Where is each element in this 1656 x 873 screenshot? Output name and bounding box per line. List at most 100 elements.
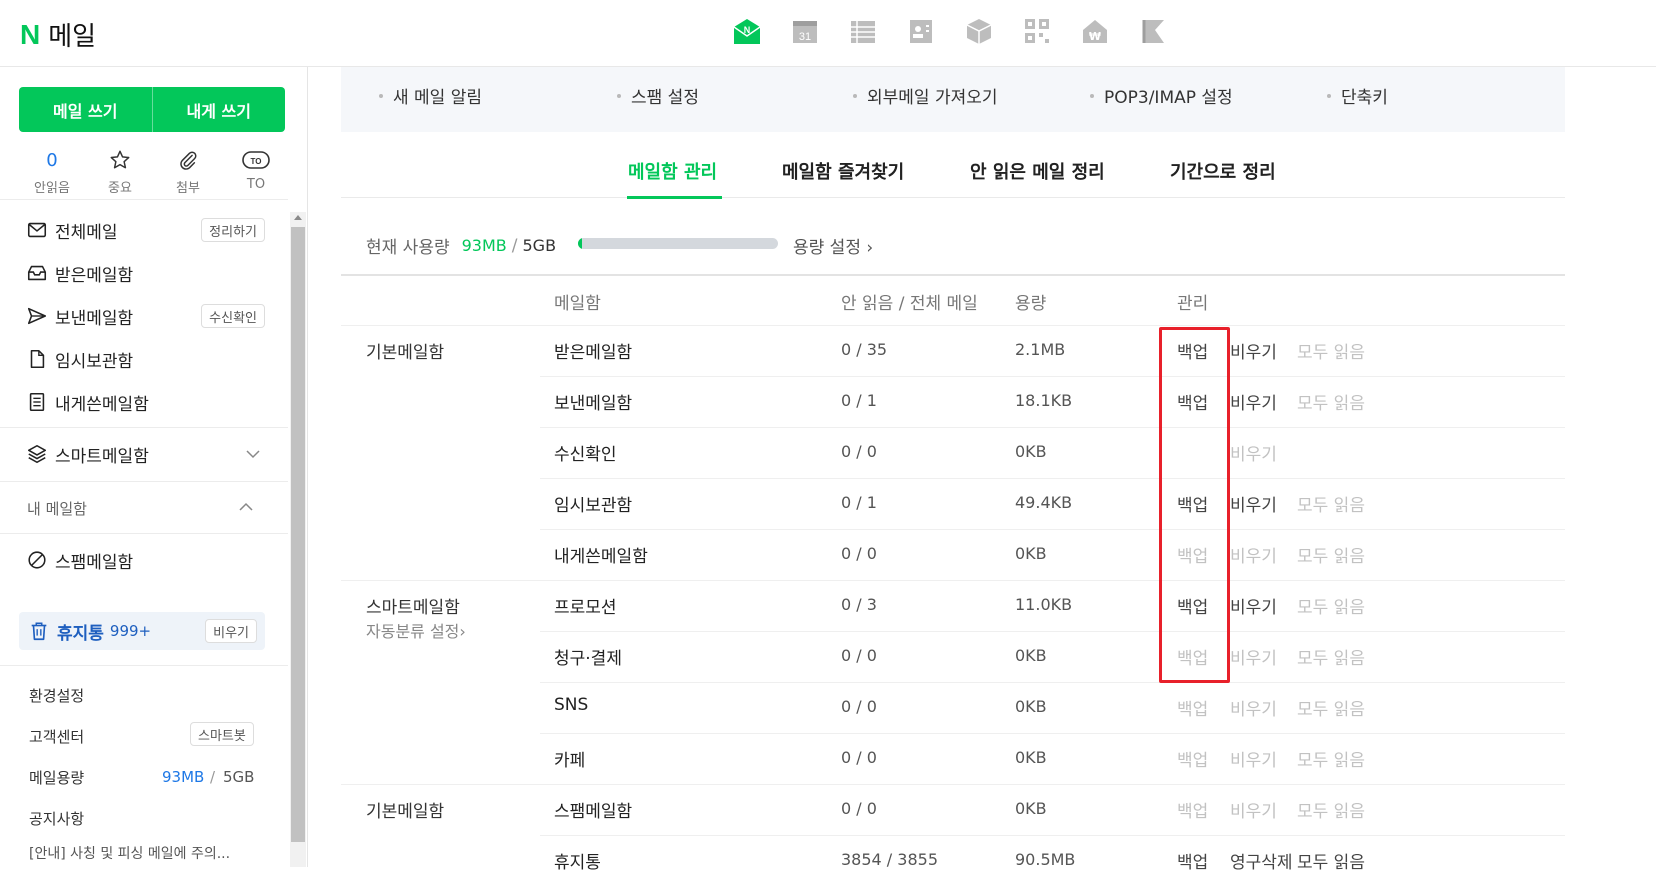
mailbox-name[interactable]: 프로모션 [554, 593, 617, 618]
sidebar-item-self-mail[interactable]: 내게쓴메일함 [25, 384, 265, 420]
box-app-icon[interactable] [964, 16, 994, 46]
empty-button[interactable]: 비우기 [1230, 644, 1277, 669]
scroll-thumb[interactable] [291, 227, 305, 842]
empty-button[interactable]: 비우기 [1230, 338, 1277, 363]
mark-all-read-button[interactable]: 모두 읽음 [1297, 491, 1365, 516]
mailbox-name[interactable]: 받은메일함 [554, 338, 632, 363]
chevron-up-icon[interactable] [238, 499, 254, 515]
tab-mailbox-management[interactable]: 메일함 관리 [628, 158, 717, 184]
mailbox-name[interactable]: 임시보관함 [554, 491, 632, 516]
tab-mailbox-favorites[interactable]: 메일함 즐겨찾기 [782, 158, 904, 184]
backup-button[interactable]: 백업 [1177, 746, 1208, 771]
shortcuts-link[interactable]: 단축키 [1327, 83, 1388, 108]
unread-total-count: 0 / 0 [841, 442, 877, 461]
link-label: 외부메일 가져오기 [867, 88, 998, 108]
write-mail-button[interactable]: 메일 쓰기 [19, 87, 152, 132]
sidebar-item-sent[interactable]: 보낸메일함 수신확인 [25, 298, 265, 334]
notice-text[interactable]: [안내] 사칭 및 피싱 메일에 주의... [29, 843, 269, 863]
divider [0, 665, 288, 666]
usage-used: 93MB [461, 236, 507, 255]
quick-important[interactable]: 중요 [87, 147, 153, 196]
empty-button[interactable]: 영구삭제 [1230, 848, 1293, 873]
flag-app-icon[interactable] [1138, 16, 1168, 46]
mailbox-name[interactable]: 휴지통 [554, 848, 601, 873]
empty-button[interactable]: 비우기 [1230, 695, 1277, 720]
mark-all-read-button[interactable]: 모두 읽음 [1297, 644, 1365, 669]
list-app-icon[interactable] [848, 16, 878, 46]
pop3-imap-link[interactable]: POP3/IMAP 설정 [1090, 83, 1233, 108]
empty-trash-button[interactable]: 비우기 [205, 619, 257, 643]
chevron-down-icon[interactable] [245, 446, 261, 462]
divider [0, 481, 288, 482]
read-receipt-button[interactable]: 수신확인 [201, 304, 265, 328]
empty-button[interactable]: 비우기 [1230, 389, 1277, 414]
quick-important-label: 중요 [108, 181, 132, 196]
empty-button[interactable]: 비우기 [1230, 797, 1277, 822]
organize-button[interactable]: 정리하기 [201, 218, 265, 242]
empty-button[interactable]: 비우기 [1230, 593, 1277, 618]
mailbox-name[interactable]: 청구·결제 [554, 644, 622, 669]
tab-unread-cleanup[interactable]: 안 읽은 메일 정리 [970, 158, 1105, 184]
mailbox-name[interactable]: 카페 [554, 746, 585, 771]
write-to-self-button[interactable]: 내게 쓰기 [153, 87, 286, 132]
mark-all-read-button[interactable]: 모두 읽음 [1297, 695, 1365, 720]
spam-settings-link[interactable]: 스팸 설정 [617, 83, 699, 108]
quick-unread[interactable]: 0 안읽음 [19, 147, 85, 197]
auto-classify-link[interactable]: 자동분류 설정› [366, 618, 466, 642]
quick-attachment[interactable]: 첨부 [155, 147, 221, 196]
logo[interactable]: N 메일 [20, 16, 96, 53]
sidebar-item-inbox[interactable]: 받은메일함 [25, 255, 265, 291]
block-icon [25, 548, 49, 572]
mailbox-name[interactable]: 스팸메일함 [554, 797, 632, 822]
mark-all-read-button[interactable]: 모두 읽음 [1297, 797, 1365, 822]
calendar-app-icon[interactable]: 31 [790, 16, 820, 46]
new-mail-alert-link[interactable]: 새 메일 알림 [379, 83, 482, 108]
quick-to[interactable]: TO TO [223, 147, 289, 196]
usage-label: 현재 사용량 [366, 238, 450, 258]
empty-button[interactable]: 비우기 [1230, 542, 1277, 567]
svg-text:₩: ₩ [1089, 30, 1101, 43]
mark-all-read-button[interactable]: 모두 읽음 [1297, 848, 1365, 873]
sidebar-item-drafts[interactable]: 임시보관함 [25, 341, 265, 377]
sidebar-item-trash[interactable]: 휴지통 999+ 비우기 [19, 612, 265, 650]
mark-all-read-button[interactable]: 모두 읽음 [1297, 542, 1365, 567]
mark-all-read-button[interactable]: 모두 읽음 [1297, 389, 1365, 414]
inbox-icon [25, 261, 49, 285]
unread-total-count: 3854 / 3855 [841, 850, 938, 869]
sidebar-item-spam[interactable]: 스팸메일함 [25, 542, 265, 578]
external-mail-link[interactable]: 외부메일 가져오기 [853, 83, 998, 108]
sidebar-item-smart-mailbox[interactable]: 스마트메일함 [25, 436, 265, 472]
mailbox-name[interactable]: 내게쓴메일함 [554, 542, 648, 567]
backup-button[interactable]: 백업 [1177, 797, 1208, 822]
empty-button[interactable]: 비우기 [1230, 746, 1277, 771]
backup-button[interactable]: 백업 [1177, 848, 1208, 873]
mailbox-name[interactable]: 수신확인 [554, 440, 617, 465]
smartbot-button[interactable]: 스마트봇 [190, 722, 254, 746]
capacity-settings-link[interactable]: 용량 설정 › [793, 233, 873, 258]
mailbox-name[interactable]: SNS [554, 695, 588, 715]
support-link[interactable]: 고객센터 [29, 726, 84, 747]
sidebar-item-label: 받은메일함 [55, 265, 134, 286]
mark-all-read-button[interactable]: 모두 읽음 [1297, 593, 1365, 618]
sidebar-item-all-mail[interactable]: 전체메일 정리하기 [25, 212, 265, 248]
row-divider [341, 784, 1565, 785]
unread-total-count: 0 / 1 [841, 493, 877, 512]
row-divider [540, 376, 1565, 377]
mark-all-read-button[interactable]: 모두 읽음 [1297, 746, 1365, 771]
tab-period-cleanup[interactable]: 기간으로 정리 [1170, 158, 1276, 184]
qr-app-icon[interactable] [1022, 16, 1052, 46]
scroll-up-arrow[interactable] [294, 215, 302, 220]
table-top-border [341, 274, 1565, 276]
mailbox-name[interactable]: 보낸메일함 [554, 389, 632, 414]
empty-button[interactable]: 비우기 [1230, 440, 1277, 465]
empty-button[interactable]: 비우기 [1230, 491, 1277, 516]
col-header-manage: 관리 [1177, 294, 1209, 314]
backup-button[interactable]: 백업 [1177, 695, 1208, 720]
layers-icon [25, 442, 49, 466]
contacts-app-icon[interactable] [906, 16, 936, 46]
mail-app-icon[interactable]: N [732, 16, 762, 46]
settings-link[interactable]: 환경설정 [29, 685, 84, 706]
col-header-mailbox: 메일함 [554, 294, 601, 314]
pay-app-icon[interactable]: ₩ [1080, 16, 1110, 46]
mark-all-read-button[interactable]: 모두 읽음 [1297, 338, 1365, 363]
